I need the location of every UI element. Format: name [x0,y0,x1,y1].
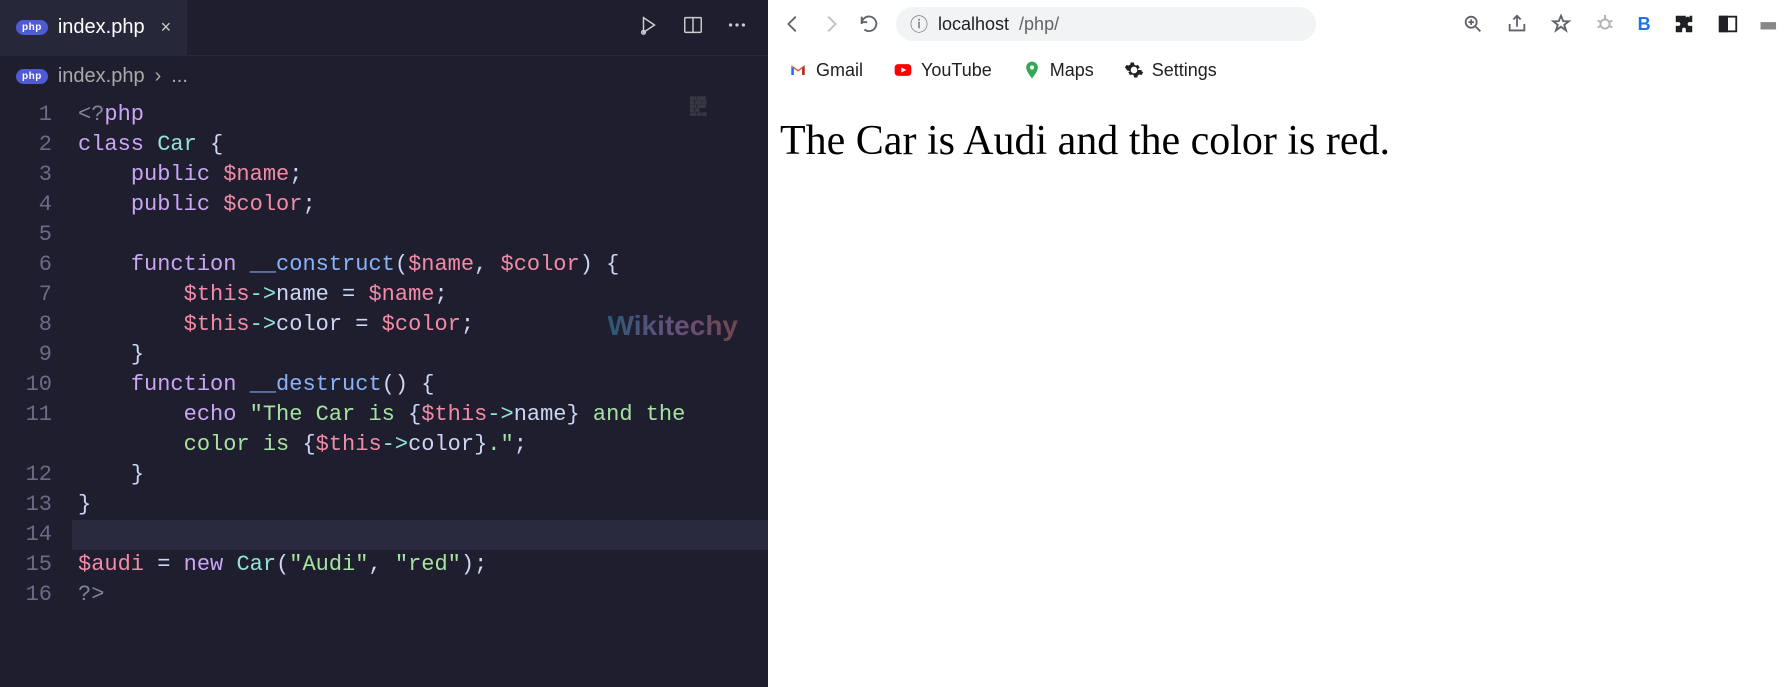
php-output-text: The Car is Audi and the color is red. [780,116,1778,166]
line-number-gutter: 1 2 3 4 5 6 7 8 9 10 11 12 13 14 15 16 [0,96,72,687]
browser-toolbar: ⓘ localhost/php/ B ▅▅ [768,0,1790,48]
breadcrumb-tail: ... [171,65,188,88]
zoom-icon[interactable] [1462,13,1484,35]
side-panel-icon[interactable] [1717,13,1739,35]
code-area[interactable]: 1 2 3 4 5 6 7 8 9 10 11 12 13 14 15 16 <… [0,96,768,687]
breadcrumb-file: index.php [58,65,145,88]
back-icon[interactable] [782,13,804,35]
url-host: localhost [938,14,1009,35]
bookmarks-bar: Gmail YouTube Maps Settings [768,48,1790,92]
page-content: The Car is Audi and the color is red. [768,92,1790,687]
split-editor-icon[interactable] [682,14,704,42]
browser-window: ⓘ localhost/php/ B ▅▅ Gmail YouTube [768,0,1790,687]
bookmark-label: Maps [1050,60,1094,81]
bookmark-maps[interactable]: Maps [1022,60,1094,81]
code-lines[interactable]: <?php class Car { public $name; public $… [72,96,768,687]
editor-tab-indexphp[interactable]: php index.php × [0,0,187,56]
address-bar[interactable]: ⓘ localhost/php/ [896,7,1316,41]
bookmark-youtube[interactable]: YouTube [893,60,992,81]
bookmark-gmail[interactable]: Gmail [788,60,863,81]
url-path: /php/ [1019,14,1059,35]
bookmark-label: YouTube [921,60,992,81]
debug-run-icon[interactable] [638,14,660,42]
extension-b-icon[interactable]: B [1638,14,1651,35]
brand-icon[interactable]: ▅▅ [1761,19,1776,30]
close-icon[interactable]: × [161,17,172,38]
bug-icon[interactable] [1594,13,1616,35]
bookmark-settings[interactable]: Settings [1124,60,1217,81]
tab-title: index.php [58,16,145,39]
gear-icon [1124,60,1144,80]
gmail-icon [788,60,808,80]
youtube-icon [893,60,913,80]
bookmark-label: Gmail [816,60,863,81]
vscode-editor: php index.php × php index.php › ... 1 2 … [0,0,768,687]
forward-icon[interactable] [820,13,842,35]
editor-tabbar: php index.php × [0,0,768,56]
php-badge-icon: php [16,20,48,35]
extensions-puzzle-icon[interactable] [1673,13,1695,35]
reload-icon[interactable] [858,13,880,35]
share-icon[interactable] [1506,13,1528,35]
site-info-icon[interactable]: ⓘ [910,11,928,37]
editor-breadcrumb[interactable]: php index.php › ... [0,56,768,96]
bookmark-label: Settings [1152,60,1217,81]
maps-icon [1022,60,1042,80]
chevron-right-icon: › [155,65,162,88]
star-icon[interactable] [1550,13,1572,35]
more-icon[interactable] [726,14,748,42]
tab-action-group [638,14,768,42]
php-badge-icon: php [16,69,48,84]
